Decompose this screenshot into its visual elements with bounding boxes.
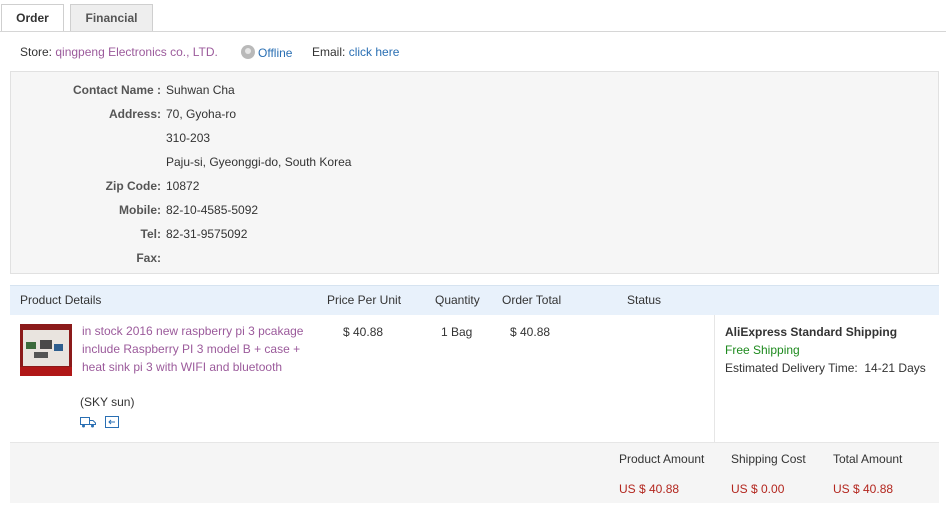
store-email: Email: click here (312, 45, 399, 59)
case-shape (40, 340, 52, 349)
product-amount-label: Product Amount (619, 452, 705, 466)
item-price: $ 40.88 (343, 325, 384, 339)
cable-shape (34, 352, 48, 358)
shipping-cost-label: Shipping Cost (731, 452, 806, 466)
seller-name: (SKY sun) (80, 395, 135, 409)
heatsink-shape (54, 344, 63, 351)
col-status: Status (627, 293, 662, 307)
shipping-truck-icon[interactable] (80, 416, 96, 428)
email-label: Email: (312, 45, 346, 59)
store-status[interactable]: Offline (241, 45, 292, 60)
item-order-total: $ 40.88 (510, 325, 551, 339)
estimated-delivery: Estimated Delivery Time: 14-21 Days (725, 361, 926, 375)
total-amount-value: US $ 40.88 (833, 482, 894, 496)
column-divider (714, 315, 715, 442)
address-key: Contact Name : (72, 83, 161, 97)
product-thumbnail[interactable] (20, 324, 72, 376)
order-summary: Product Amount Shipping Cost Total Amoun… (10, 443, 939, 503)
tab-bar: Order Financial (0, 0, 946, 32)
store-status-label: Offline (258, 46, 293, 60)
tab-financial[interactable]: Financial (70, 4, 153, 31)
delivery-label: Estimated Delivery Time: (725, 361, 858, 375)
thumbnail-banner (20, 367, 72, 376)
address-value: 10872 (166, 179, 200, 193)
shipping-method: AliExpress Standard Shipping (725, 325, 898, 339)
table-row: in stock 2016 new raspberry pi 3 pcakage… (10, 315, 939, 443)
store-info: Store: qingpeng Electronics co., LTD. (20, 45, 218, 59)
address-key: Address: (108, 107, 161, 121)
shipping-address-panel: Contact Name : Suhwan Cha Address: 70, G… (10, 71, 939, 274)
tab-divider (0, 31, 946, 32)
tab-order[interactable]: Order (1, 4, 64, 32)
address-key: Zip Code: (105, 179, 161, 193)
return-icon[interactable] (105, 416, 120, 428)
order-table-header: Product Details Price Per Unit Quantity … (10, 285, 939, 315)
address-key: Fax: (136, 251, 161, 265)
delivery-value: 14-21 Days (864, 361, 926, 375)
email-link[interactable]: click here (349, 45, 400, 59)
address-value: Suhwan Cha (166, 83, 235, 97)
total-amount-label: Total Amount (833, 452, 903, 466)
shipping-cost-value: US $ 0.00 (731, 482, 785, 496)
product-amount-value: US $ 40.88 (619, 482, 680, 496)
item-quantity: 1 Bag (441, 325, 473, 339)
address-value: 82-31-9575092 (166, 227, 248, 241)
col-order-total: Order Total (502, 293, 562, 307)
store-name-link[interactable]: qingpeng Electronics co., LTD. (55, 45, 218, 59)
product-title-link[interactable]: in stock 2016 new raspberry pi 3 pcakage… (82, 322, 312, 376)
col-price-per-unit: Price Per Unit (327, 293, 402, 307)
product-action-icons (80, 416, 125, 431)
col-quantity: Quantity (435, 293, 480, 307)
free-shipping-label: Free Shipping (725, 343, 800, 357)
offline-status-icon (241, 45, 255, 59)
store-label: Store: (20, 45, 53, 59)
address-value: Paju-si, Gyeonggi-do, South Korea (166, 155, 352, 169)
address-value: 310-203 (166, 131, 211, 145)
col-product-details: Product Details (20, 293, 102, 307)
address-key: Tel: (140, 227, 161, 241)
address-key: Mobile: (119, 203, 161, 217)
address-value: 70, Gyoha-ro (166, 107, 237, 121)
address-value: 82-10-4585-5092 (166, 203, 259, 217)
board-shape (26, 342, 36, 349)
